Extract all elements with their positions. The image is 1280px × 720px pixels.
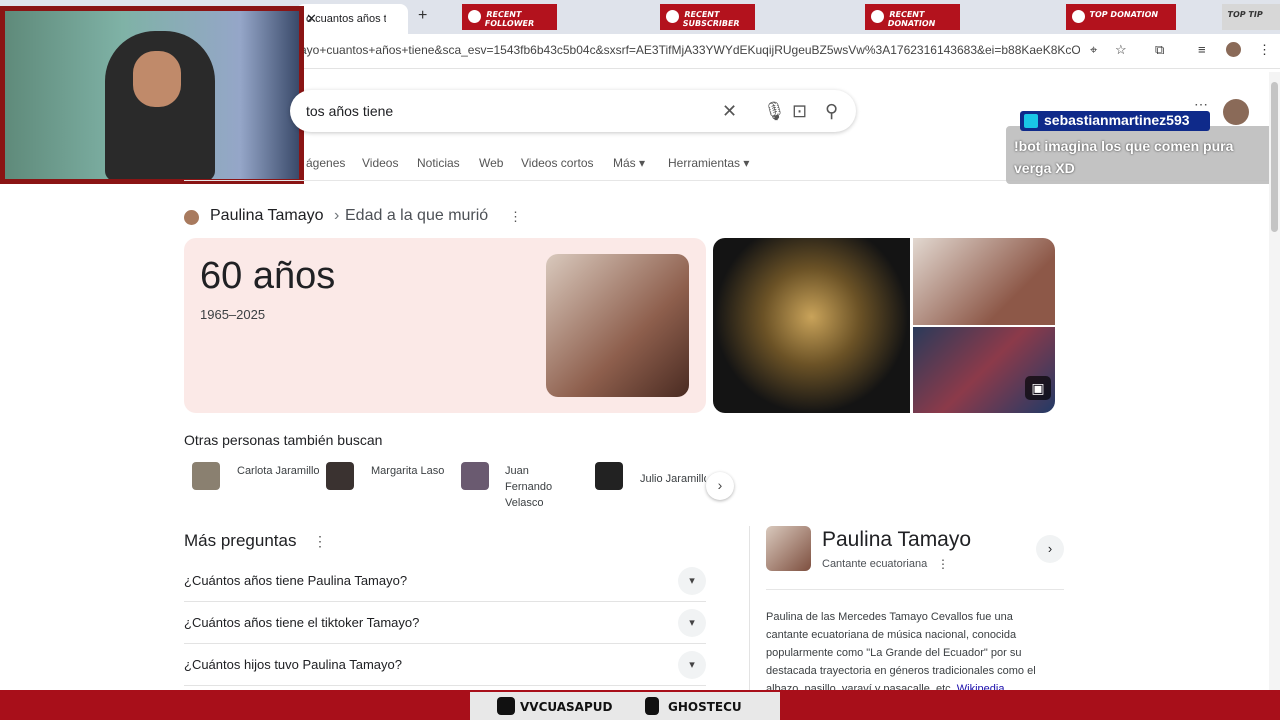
answer-date-range: 1965–2025 [200,307,266,322]
related-person[interactable]: Carlota Jaramillo [237,463,327,479]
alert-top-tip: TOP TIP [1222,4,1280,30]
chevron-down-icon[interactable]: ▾ [678,651,706,679]
bookmark-star-icon[interactable]: ☆ [1115,42,1127,58]
chat-platform-icon [1024,114,1038,128]
chat-message: !bot imagina los que comen pura verga XD [1014,138,1234,176]
more-options-icon[interactable]: ⋮ [937,557,949,571]
chevron-right-icon[interactable]: › [1036,535,1064,563]
menu-icon[interactable]: ⋮ [1258,42,1271,58]
tab-more[interactable]: Más ▾ [613,156,645,170]
related-person[interactable]: Margarita Laso [371,463,461,479]
related-thumb[interactable] [326,462,354,490]
media-controls-icon[interactable]: ≡ [1198,42,1206,57]
alert-recent-subscriber: RECENT SUBSCRIBER [660,4,755,30]
gallery-image-main[interactable] [713,238,910,413]
related-thumb[interactable] [595,462,623,490]
close-icon[interactable]: ✕ [306,6,386,32]
knowledge-panel-subtitle: Cantante ecuatoriana [822,558,928,570]
chat-username: sebastianmartinez593 [1044,112,1190,128]
more-options-icon[interactable]: ⋮ [313,533,327,550]
image-gallery-icon[interactable]: ▣ [1025,376,1051,400]
alert-recent-donation: RECENT DONATION [865,4,960,30]
search-icon[interactable]: ⚲ [825,101,838,122]
chevron-down-icon[interactable]: ▾ [678,609,706,637]
knowledge-panel-photo[interactable] [766,526,811,571]
questions-title: Más preguntas [184,531,297,550]
browser-tab-active[interactable]: o cuantos años tie ✕ [296,4,408,34]
facebook-handle: GHOSTECU [668,700,742,714]
panel-divider [749,526,750,696]
search-input[interactable]: tos años tiene [306,103,393,119]
chat-username-badge: sebastianmartinez593 [1020,111,1210,131]
knowledge-panel-description: Paulina de las Mercedes Tamayo Cevallos … [766,611,1036,695]
streamer-face [133,51,181,107]
knowledge-panel-title: Paulina Tamayo [822,528,972,551]
scroll-thumb[interactable] [1271,82,1278,232]
profile-avatar[interactable] [1226,42,1241,57]
alert-recent-follower: RECENT FOLLOWER [462,4,557,30]
gallery-image-top[interactable] [913,238,1055,325]
camera-icon[interactable]: ⊡ [792,101,807,122]
tab-short-videos[interactable]: Videos cortos [521,156,594,170]
microphone-icon[interactable]: 🎙 [763,101,786,122]
answer-value: 60 años [200,255,336,297]
question-row[interactable]: ¿Cuántos años tiene el tiktoker Tamayo? … [184,601,706,644]
panel-divider-line [766,589,1064,590]
instagram-handle: VVCUASAPUD [520,700,613,714]
chevron-right-icon[interactable]: › [706,472,734,500]
related-thumb[interactable] [192,462,220,490]
related-person[interactable]: Juan Fernando Velasco [505,463,575,511]
related-thumb[interactable] [461,462,489,490]
url-field[interactable]: ayo+cuantos+años+tiene&sca_esv=1543fb6b4… [300,43,1080,57]
instagram-icon [497,697,515,715]
account-avatar[interactable] [1223,99,1249,125]
related-person[interactable]: Julio Jaramillo [640,471,706,487]
gallery-image-bottom[interactable] [913,327,1055,413]
more-options-icon[interactable]: ⋮ [509,209,522,225]
answer-topic: Edad a la que murió [345,207,489,224]
portrait-image[interactable] [546,254,689,397]
clear-icon[interactable]: ✕ [722,101,737,122]
extensions-icon[interactable]: ⧉ [1155,42,1164,58]
tools-button[interactable]: Herramientas ▾ [668,156,749,170]
tab-news[interactable]: Noticias [417,156,460,170]
tab-images[interactable]: ágenes [306,156,345,170]
related-section-title: Otras personas también buscan [184,432,383,448]
entity-avatar [184,210,199,225]
page-scrollbar[interactable] [1269,72,1280,690]
question-text: ¿Cuántos hijos tuvo Paulina Tamayo? [184,657,402,672]
webcam-overlay [0,6,304,184]
webcam-feed [5,11,299,179]
tab-web[interactable]: Web [479,156,503,170]
facebook-icon [645,697,659,715]
new-tab-button[interactable]: + [418,7,427,25]
tab-videos[interactable]: Videos [362,156,398,170]
chevron-down-icon[interactable]: ▾ [678,567,706,595]
location-icon[interactable]: ⌖ [1090,42,1097,58]
question-row[interactable]: ¿Cuántos hijos tuvo Paulina Tamayo? ▾ [184,643,706,686]
entity-name[interactable]: Paulina Tamayo [210,207,324,225]
question-row[interactable]: ¿Cuántos años tiene Paulina Tamayo? ▾ [184,559,706,602]
alert-top-donation: TOP DONATION [1066,4,1176,30]
breadcrumb-separator: › [334,207,340,224]
question-text: ¿Cuántos años tiene el tiktoker Tamayo? [184,615,420,630]
question-text: ¿Cuántos años tiene Paulina Tamayo? [184,573,408,588]
